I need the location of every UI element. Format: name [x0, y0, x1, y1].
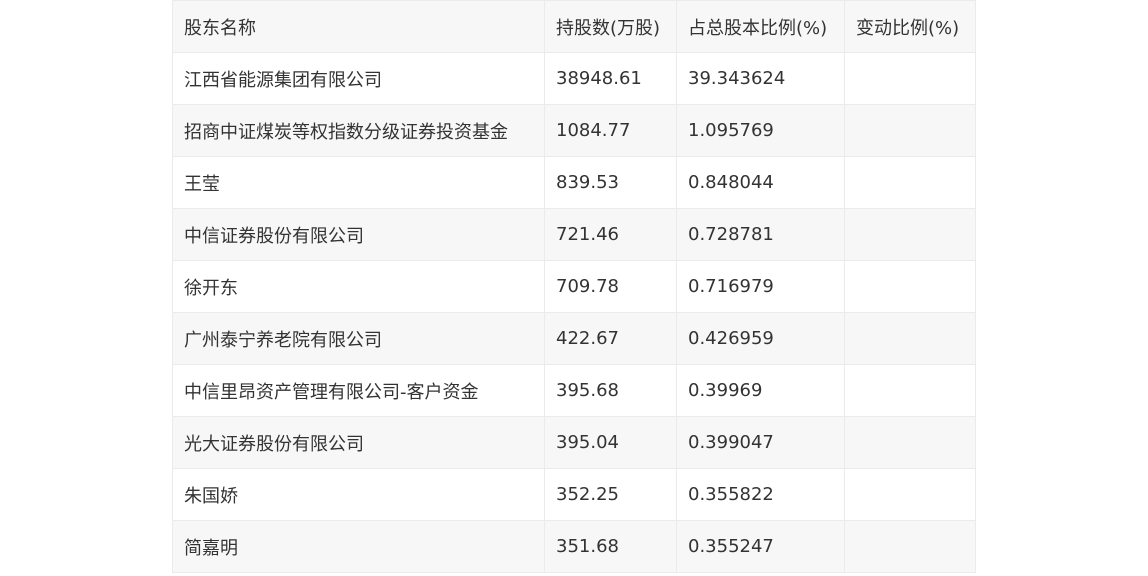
cell-share-ratio: 0.728781	[676, 208, 845, 261]
cell-shareholder-name: 招商中证煤炭等权指数分级证券投资基金	[172, 104, 545, 157]
shareholder-table: 股东名称 持股数(万股) 占总股本比例(%) 变动比例(%) 江西省能源集团有限…	[172, 0, 976, 573]
table-row: 光大证券股份有限公司 395.04 0.399047	[172, 416, 976, 469]
cell-shareholder-name: 光大证券股份有限公司	[172, 416, 545, 469]
header-change-ratio: 变动比例(%)	[844, 0, 976, 53]
cell-share-ratio: 39.343624	[676, 52, 845, 105]
table-row: 中信证券股份有限公司 721.46 0.728781	[172, 208, 976, 261]
cell-shareholder-name: 广州泰宁养老院有限公司	[172, 312, 545, 365]
cell-shares-held: 1084.77	[544, 104, 677, 157]
table-header-row: 股东名称 持股数(万股) 占总股本比例(%) 变动比例(%)	[172, 0, 976, 53]
table-row: 朱国娇 352.25 0.355822	[172, 468, 976, 521]
table-row: 招商中证煤炭等权指数分级证券投资基金 1084.77 1.095769	[172, 104, 976, 157]
cell-shares-held: 709.78	[544, 260, 677, 313]
cell-share-ratio: 0.39969	[676, 364, 845, 417]
cell-share-ratio: 0.355822	[676, 468, 845, 521]
cell-shares-held: 422.67	[544, 312, 677, 365]
cell-change-ratio	[844, 520, 976, 573]
cell-share-ratio: 0.426959	[676, 312, 845, 365]
cell-shareholder-name: 徐开东	[172, 260, 545, 313]
cell-shareholder-name: 中信证券股份有限公司	[172, 208, 545, 261]
cell-share-ratio: 0.716979	[676, 260, 845, 313]
cell-shareholder-name: 江西省能源集团有限公司	[172, 52, 545, 105]
header-shares-held: 持股数(万股)	[544, 0, 677, 53]
cell-shareholder-name: 中信里昂资产管理有限公司-客户资金	[172, 364, 545, 417]
cell-shares-held: 395.04	[544, 416, 677, 469]
cell-share-ratio: 1.095769	[676, 104, 845, 157]
cell-shareholder-name: 王莹	[172, 156, 545, 209]
table-row: 王莹 839.53 0.848044	[172, 156, 976, 209]
cell-change-ratio	[844, 364, 976, 417]
cell-shareholder-name: 朱国娇	[172, 468, 545, 521]
cell-change-ratio	[844, 104, 976, 157]
cell-share-ratio: 0.355247	[676, 520, 845, 573]
cell-change-ratio	[844, 312, 976, 365]
table-row: 徐开东 709.78 0.716979	[172, 260, 976, 313]
cell-shares-held: 351.68	[544, 520, 677, 573]
cell-shares-held: 395.68	[544, 364, 677, 417]
cell-shares-held: 352.25	[544, 468, 677, 521]
cell-share-ratio: 0.848044	[676, 156, 845, 209]
cell-change-ratio	[844, 208, 976, 261]
cell-shares-held: 839.53	[544, 156, 677, 209]
table-row: 中信里昂资产管理有限公司-客户资金 395.68 0.39969	[172, 364, 976, 417]
table-row: 江西省能源集团有限公司 38948.61 39.343624	[172, 52, 976, 105]
cell-change-ratio	[844, 416, 976, 469]
cell-change-ratio	[844, 52, 976, 105]
table-row: 简嘉明 351.68 0.355247	[172, 520, 976, 573]
cell-shares-held: 721.46	[544, 208, 677, 261]
header-shareholder-name: 股东名称	[172, 0, 545, 53]
cell-shares-held: 38948.61	[544, 52, 677, 105]
cell-change-ratio	[844, 156, 976, 209]
cell-change-ratio	[844, 260, 976, 313]
cell-change-ratio	[844, 468, 976, 521]
header-share-ratio: 占总股本比例(%)	[676, 0, 845, 53]
cell-shareholder-name: 简嘉明	[172, 520, 545, 573]
shareholder-table-container: 股东名称 持股数(万股) 占总股本比例(%) 变动比例(%) 江西省能源集团有限…	[172, 0, 976, 573]
table-row: 广州泰宁养老院有限公司 422.67 0.426959	[172, 312, 976, 365]
cell-share-ratio: 0.399047	[676, 416, 845, 469]
